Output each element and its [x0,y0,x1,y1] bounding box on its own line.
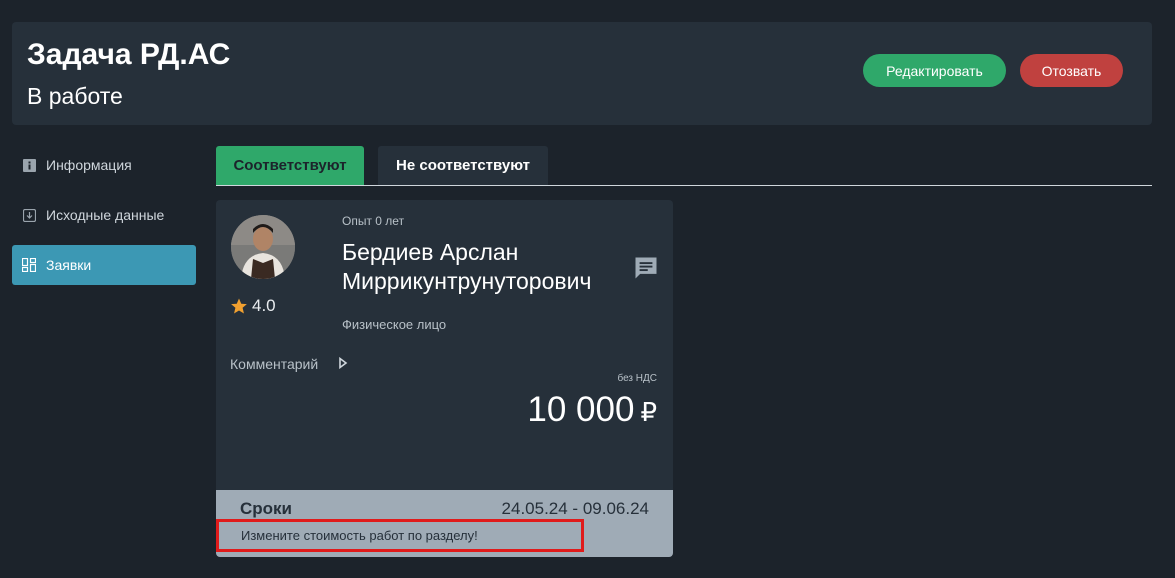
price: 10 000 ₽ [527,390,657,430]
tab-matching[interactable]: Соответствуют [216,146,364,185]
task-header: Задача РД.АС В работе Редактировать Отоз… [12,22,1152,125]
dashboard-icon [22,258,36,272]
sidebar-item-info[interactable]: Информация [12,145,196,185]
play-arrow-icon [338,356,348,372]
sidebar-item-label: Исходные данные [46,207,165,223]
info-icon [22,158,36,172]
currency-symbol: ₽ [640,397,657,427]
deadline-label: Сроки [240,499,293,518]
revoke-button[interactable]: Отозвать [1020,54,1123,87]
task-status: В работе [27,83,123,109]
deadline-value: 24.05.24 - 09.06.24 [501,499,649,518]
sidebar-item-label: Заявки [46,257,92,273]
chat-icon[interactable] [632,254,660,287]
entity-type: Физическое лицо [342,317,447,332]
rating-value: 4.0 [252,296,276,315]
edit-button[interactable]: Редактировать [863,54,1006,87]
applicant-name: Бердиев Арслан Миррикунтрунуторович [342,239,592,294]
experience: Опыт 0 лет [342,214,405,228]
download-icon [22,208,36,222]
avatar [231,215,295,279]
price-value: 10 000 [527,390,635,429]
comment-label: Комментарий [230,356,319,372]
tab-divider [216,185,1152,186]
rating: 4.0 [230,296,276,316]
tab-not-matching[interactable]: Не соответствуют [378,146,548,185]
applicant-card: 4.0 Опыт 0 лет Бердиев Арслан Миррикунтр… [216,200,673,557]
sidebar-item-label: Информация [46,157,132,173]
sidebar-item-source-data[interactable]: Исходные данные [12,195,196,235]
sidebar-item-requests[interactable]: Заявки [12,245,196,285]
page-title: Задача РД.АС [27,38,231,71]
vat-note: без НДС [617,373,657,384]
price-warning: Измените стоимость работ по разделу! [216,519,584,552]
comment-toggle[interactable]: Комментарий [230,356,348,372]
star-icon [231,298,247,314]
card-footer: Сроки 24.05.24 - 09.06.24 Измените стоим… [216,490,673,557]
